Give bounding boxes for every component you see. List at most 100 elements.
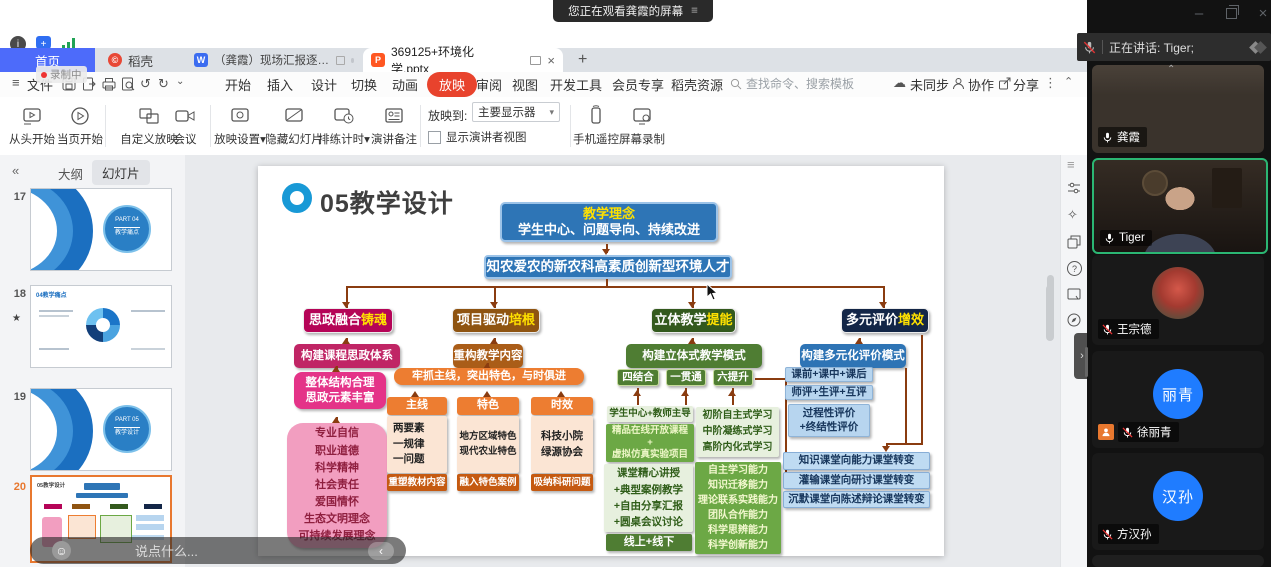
chat-quick-bar[interactable]: ☺ 说点什么... ‹: [30, 537, 406, 564]
ribbon-tab-member[interactable]: 会员专享: [612, 75, 664, 94]
redo-icon[interactable]: ↻: [158, 76, 169, 92]
sync-status[interactable]: 未同步: [910, 75, 949, 94]
collapse-chat-icon[interactable]: ‹: [368, 542, 394, 560]
mic-muted-icon: [1102, 324, 1113, 335]
document-tab-bar: 首页 © 稻壳 W （龚霞）现场汇报逐字讲稿.docx P 369125+环境化…: [0, 48, 1087, 72]
branch4-sub: 构建多元化评价模式: [800, 344, 906, 368]
panel-scrollbar-thumb[interactable]: [1046, 285, 1054, 341]
ribbon-tab-animation[interactable]: 动画: [392, 75, 418, 94]
properties-sliders-icon[interactable]: [1067, 181, 1081, 195]
current-slide[interactable]: 05教学设计 教学理念 学生中心、问题导向、持续改进 知农爱农的新农科高素质创新…: [258, 166, 944, 556]
quickbar-caret-icon[interactable]: ⌄: [176, 76, 184, 87]
from-current-button[interactable]: 当页开始: [52, 103, 108, 147]
participant-video-tiger[interactable]: Tiger: [1092, 158, 1268, 254]
print-icon[interactable]: [102, 77, 116, 91]
ribbon-tab-store-res[interactable]: 稻壳资源: [671, 75, 723, 94]
collapse-ribbon-icon[interactable]: ⌃: [1064, 75, 1073, 88]
print-preview-icon[interactable]: [121, 77, 135, 91]
smart-effects-icon[interactable]: ✧: [1067, 207, 1078, 223]
tab-close-icon[interactable]: ×: [547, 53, 555, 68]
branch2-col3-foot: 吸纳科研问题: [531, 474, 593, 491]
close-button[interactable]: ×: [1249, 4, 1271, 22]
ribbon-tab-devtools[interactable]: 开发工具: [550, 75, 602, 94]
new-tab-button[interactable]: +: [570, 48, 595, 72]
muted-mic-icon: [1083, 41, 1096, 54]
screen-record-button[interactable]: 屏幕录制: [614, 103, 670, 147]
panel-edge-scrollbar[interactable]: [1085, 347, 1088, 377]
thumb-20-title: 05教学设计: [37, 481, 65, 489]
tab-store[interactable]: © 稻壳: [100, 48, 185, 72]
speaker-notes-button[interactable]: 演讲备注: [366, 103, 422, 147]
tab-slides-active[interactable]: 幻灯片: [92, 160, 150, 185]
help-icon[interactable]: ?: [1067, 261, 1082, 276]
participant-name-badge: 徐丽青: [1118, 422, 1179, 442]
more-menu-icon[interactable]: ⋮: [1044, 75, 1057, 91]
thumb-box: [84, 483, 120, 490]
slide-thumbnail-18[interactable]: 04教学痛点: [30, 285, 172, 368]
concept-title: 教学理念: [583, 206, 635, 222]
collapse-videos-chevron-icon[interactable]: ⌃: [1167, 64, 1175, 75]
collab-button[interactable]: 协作: [968, 75, 994, 94]
emoji-icon[interactable]: ☺: [52, 541, 71, 560]
goal-text: 知农爱农的新农科高素质创新型环境人才: [487, 259, 730, 276]
thumb-textline: [131, 348, 165, 350]
branch1-values-box: 专业自信职业道德科学精神 社会责任爱国情怀生态文明理念 可持续发展理念: [287, 423, 387, 548]
command-search-input[interactable]: 查找命令、搜索模板: [746, 75, 854, 92]
participant-video-gongxia[interactable]: 龚霞: [1092, 65, 1264, 153]
checkbox-icon[interactable]: [428, 131, 441, 144]
slide-logo-ring-icon: [282, 183, 312, 213]
banner-menu-icon[interactable]: ≡: [691, 5, 698, 17]
branch3-teach2-box: 精品在线开放课程+虚拟仿真实验项目: [606, 424, 694, 462]
participant-name-badge: 方汉孙: [1098, 524, 1159, 544]
ribbon-tab-review[interactable]: 审阅: [476, 75, 502, 94]
from-current-label: 当页开始: [57, 134, 103, 146]
participant-tile-wangzongde[interactable]: 王宗德: [1092, 255, 1264, 345]
show-settings-button[interactable]: 放映设置▾: [212, 103, 268, 147]
share-button[interactable]: 分享: [1013, 75, 1039, 94]
ribbon-tab-slideshow-active[interactable]: 放映: [427, 72, 477, 97]
branch2-col1-body: 两要素一规律一问题: [387, 416, 447, 473]
slide-thumbnail-19[interactable]: PART 05教学设计: [30, 388, 172, 471]
show-settings-label: 放映设置▾: [214, 134, 266, 146]
hide-slide-label: 隐藏幻灯片: [265, 134, 323, 146]
ribbon-menu-bar: ≡ 文件 ↺ ↻ ⌄ 开始 插入 设计 切换 动画 放映 审阅 视图 开发工具 …: [0, 72, 1087, 97]
display-select[interactable]: 主要显示器 ▾: [472, 102, 560, 122]
presenter-view-checkbox[interactable]: 显示演讲者视图: [428, 129, 527, 145]
ribbon-tab-transition[interactable]: 切换: [351, 75, 377, 94]
hamburger-icon[interactable]: ≡: [12, 75, 20, 90]
display-select-value: 主要显示器: [478, 104, 536, 120]
tab-ppt-active[interactable]: P 369125+环境化学.pptx ×: [363, 48, 563, 72]
video-ambient: [1092, 65, 1264, 95]
compass-icon[interactable]: [1067, 313, 1081, 327]
branch2-col2-head: 特色: [457, 397, 519, 415]
cloud-sync-icon: ☁: [893, 75, 906, 91]
ribbon-tab-view[interactable]: 视图: [512, 75, 538, 94]
tab-outline[interactable]: 大纲: [58, 164, 83, 183]
duplicate-icon[interactable]: [1067, 235, 1081, 249]
now-speaking-label: 正在讲话: Tiger;: [1109, 39, 1194, 56]
resume-card-icon[interactable]: [1067, 287, 1081, 301]
collapse-panel-icon[interactable]: «: [12, 163, 19, 178]
speaker-notes-label: 演讲备注: [371, 134, 417, 146]
share-icon: [998, 77, 1011, 90]
mouse-cursor: [706, 283, 720, 301]
branch2-col3-head: 时效: [531, 397, 593, 415]
branch2-col2-body: 地方区域特色现代农业特色: [457, 416, 519, 473]
chat-input-placeholder[interactable]: 说点什么...: [135, 541, 198, 560]
hide-slide-button[interactable]: 隐藏幻灯片: [264, 103, 324, 147]
meeting-button[interactable]: 会议: [163, 103, 207, 147]
slide-canvas: 05教学设计 教学理念 学生中心、问题导向、持续改进 知农爱农的新农科高素质创新…: [185, 155, 1060, 567]
branch3-header: 立体教学提能: [651, 308, 736, 333]
tab-doc[interactable]: W （龚霞）现场汇报逐字讲稿.docx: [186, 48, 362, 72]
minimize-button[interactable]: –: [1185, 4, 1213, 22]
undo-icon[interactable]: ↺: [140, 76, 151, 92]
thumb-part-circle: PART 05教学设计: [103, 405, 151, 453]
restore-button[interactable]: [1217, 4, 1245, 22]
slide-thumbnail-17[interactable]: PART 04教学痛点: [30, 188, 172, 271]
ribbon-tab-start[interactable]: 开始: [225, 75, 251, 94]
ribbon-tab-insert[interactable]: 插入: [267, 75, 293, 94]
participant-tile-fanghansun[interactable]: 汉孙 方汉孙: [1092, 453, 1264, 550]
participant-tile-xuliqing[interactable]: 丽青 徐丽青: [1092, 351, 1264, 448]
ribbon-tab-design[interactable]: 设计: [311, 75, 337, 94]
rehearse-button[interactable]: 排练计时▾: [316, 103, 372, 147]
